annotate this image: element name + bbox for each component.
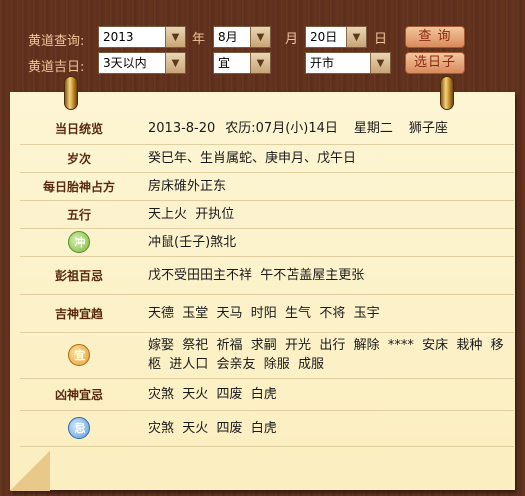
chevron-down-icon: ▼	[250, 27, 270, 47]
yi-icon: 宜	[68, 344, 90, 366]
year-select[interactable]: 2013 ▼	[98, 26, 186, 48]
table-row: 冲 冲鼠(壬子)煞北	[20, 228, 514, 257]
chevron-down-icon: ▼	[370, 53, 390, 73]
day-select[interactable]: 20日 ▼	[305, 26, 367, 48]
row-value: 灾煞 天火 四废 白虎	[138, 410, 514, 447]
table-row: 岁次 癸巳年、生肖属蛇、庚申月、戊午日	[20, 144, 514, 173]
query-toolbar: 黄道查询: 2013 ▼ 年 8月 ▼ 月 20日 ▼ 日 查 询 黄道吉日: …	[0, 0, 525, 82]
row-key: 岁次	[20, 144, 138, 173]
table-row: 吉神宜趋 天德 玉堂 天马 时阳 生气 不将 玉宇	[20, 294, 514, 333]
day-unit: 日	[374, 32, 388, 47]
row-value: 嫁娶 祭祀 祈福 求嗣 开光 出行 解除 **** 安床 栽种 移柩 进人口 会…	[138, 332, 514, 379]
table-row: 当日统览 2013-8-20 农历:07月(小)14日 星期二 狮子座	[20, 114, 514, 145]
chevron-down-icon: ▼	[165, 53, 185, 73]
chevron-down-icon: ▼	[165, 27, 185, 47]
binder-ring-right	[440, 76, 454, 110]
day-value: 20日	[310, 30, 338, 44]
row-key: 冲	[20, 228, 138, 257]
table-row: 每日胎神占方 房床碓外正东	[20, 172, 514, 201]
row-value: 癸巳年、生肖属蛇、庚申月、戊午日	[138, 144, 514, 173]
range-select[interactable]: 3天以内 ▼	[98, 52, 186, 74]
lunar-text: 农历:07月(小)14日	[225, 121, 338, 137]
lucky-day-label: 黄道吉日:	[28, 60, 85, 75]
almanac-table: 当日统览 2013-8-20 农历:07月(小)14日 星期二 狮子座 岁次 癸巳年、…	[20, 114, 514, 447]
month-value: 8月	[218, 30, 238, 44]
table-row: 五行 天上火 开执位	[20, 200, 514, 229]
overview-value: 2013-8-20 农历:07月(小)14日 星期二 狮子座	[138, 114, 514, 145]
row-value: 天德 玉堂 天马 时阳 生气 不将 玉宇	[138, 294, 514, 333]
almanac-paper: 当日统览 2013-8-20 农历:07月(小)14日 星期二 狮子座 岁次 癸巳年、…	[10, 92, 515, 491]
binder-ring-left	[64, 76, 78, 110]
row-value: 冲鼠(壬子)煞北	[138, 228, 514, 257]
yi-ji-value: 宜	[218, 56, 231, 70]
table-row: 忌 灾煞 天火 四废 白虎	[20, 410, 514, 447]
query-label: 黄道查询:	[28, 34, 85, 49]
row-key: 彭祖百忌	[20, 256, 138, 295]
row-key: 当日统览	[20, 114, 138, 145]
row-key: 凶神宜忌	[20, 378, 138, 411]
ji-icon: 忌	[68, 417, 90, 439]
row-value: 戊不受田田主不祥 午不苫盖屋主更张	[138, 256, 514, 295]
yi-ji-select[interactable]: 宜 ▼	[213, 52, 271, 74]
month-select[interactable]: 8月 ▼	[213, 26, 271, 48]
year-value: 2013	[103, 30, 134, 44]
row-key: 宜	[20, 332, 138, 379]
row-value: 房床碓外正东	[138, 172, 514, 201]
weekday-text: 星期二	[353, 121, 393, 137]
row-key: 每日胎神占方	[20, 172, 138, 201]
chevron-down-icon: ▼	[250, 53, 270, 73]
year-unit: 年	[192, 32, 206, 47]
chong-icon: 冲	[68, 231, 90, 253]
table-row: 宜 嫁娶 祭祀 祈福 求嗣 开光 出行 解除 **** 安床 栽种 移柩 进人口…	[20, 332, 514, 379]
row-key: 吉神宜趋	[20, 294, 138, 333]
query-button[interactable]: 查 询	[405, 26, 465, 48]
table-row: 凶神宜忌 灾煞 天火 四废 白虎	[20, 378, 514, 411]
pick-day-button[interactable]: 选日子	[405, 52, 465, 74]
page-curl	[10, 451, 50, 491]
date-text: 2013-8-20	[148, 121, 216, 137]
row-key: 忌	[20, 410, 138, 447]
row-value: 天上火 开执位	[138, 200, 514, 229]
table-row: 彭祖百忌 戊不受田田主不祥 午不苫盖屋主更张	[20, 256, 514, 295]
range-value: 3天以内	[103, 56, 147, 70]
chevron-down-icon: ▼	[346, 27, 366, 47]
zodiac-text: 狮子座	[408, 121, 448, 137]
activity-select[interactable]: 开市 ▼	[305, 52, 391, 74]
row-key: 五行	[20, 200, 138, 229]
activity-value: 开市	[310, 56, 335, 70]
row-value: 灾煞 天火 四废 白虎	[138, 378, 514, 411]
month-unit: 月	[285, 32, 299, 47]
